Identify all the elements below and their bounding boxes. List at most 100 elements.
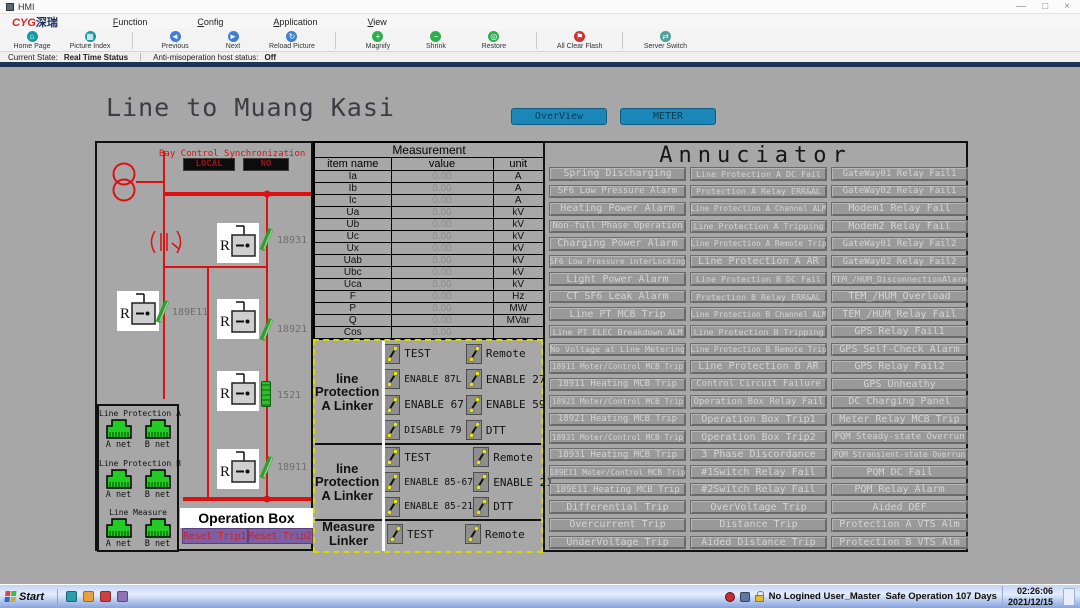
annunciator-tile[interactable]: Spring Discharging: [549, 167, 686, 181]
linker-switch-icon[interactable]: [473, 472, 489, 492]
reset-trip2-button[interactable]: Reset Trip2: [248, 528, 314, 544]
maximize-button[interactable]: □: [1042, 1, 1048, 13]
annunciator-tile[interactable]: Distance Trip: [690, 518, 827, 532]
annunciator-tile[interactable]: Modem1 Relay Fail: [831, 202, 968, 216]
annunciator-tile[interactable]: Operation Box Relay Fail: [690, 395, 827, 409]
linker-switch-icon[interactable]: [384, 369, 400, 389]
annunciator-tile[interactable]: SF6 Low Pressure interLocking: [549, 255, 686, 269]
network-icon[interactable]: [740, 592, 750, 602]
breaker-box-1521[interactable]: R: [217, 371, 259, 411]
annunciator-tile[interactable]: Heating Power Alarm: [549, 202, 686, 216]
annunciator-tile[interactable]: #2Switch Relay Fail: [690, 483, 827, 497]
show-desktop-button[interactable]: [1063, 588, 1075, 606]
menu-item-function[interactable]: Function: [113, 17, 148, 27]
annunciator-tile[interactable]: GateWay02 Relay Fail2: [831, 255, 968, 269]
annunciator-tile[interactable]: 18911 Moter/Control MCB Trip: [549, 360, 686, 374]
annunciator-tile[interactable]: TEM_/HUM_DisconnectionAlarm: [831, 272, 968, 286]
annunciator-tile[interactable]: PQM Steady-state Overrun: [831, 430, 968, 444]
toolbar-restore-button[interactable]: ◎Restore: [472, 31, 516, 50]
toolbar-shrink-button[interactable]: −Shrink: [414, 31, 458, 50]
annunciator-tile[interactable]: Line Protection A Remote Trip: [690, 237, 827, 251]
annunciator-tile[interactable]: SF6 Low Pressure Alarm: [549, 185, 686, 199]
breaker-box-189E11[interactable]: R: [117, 291, 159, 331]
notes-icon[interactable]: [83, 591, 94, 602]
annunciator-tile[interactable]: Line Protection B Channel ALM: [690, 307, 827, 321]
annunciator-tile[interactable]: Line PT ELEC Breakdown ALM: [549, 325, 686, 339]
toolbar-clear-flash-button[interactable]: ⚑All Clear Flash: [557, 31, 603, 50]
annunciator-tile[interactable]: Protection A Relay ERR&AL: [690, 185, 827, 199]
linker-switch-icon[interactable]: [473, 447, 489, 467]
annunciator-tile[interactable]: 189E11 Moter/Control MCB Trip: [549, 465, 686, 479]
linker-switch-icon[interactable]: [473, 497, 489, 517]
menu-item-application[interactable]: Application: [273, 17, 317, 27]
annunciator-tile[interactable]: Line Protection A AR: [690, 255, 827, 269]
annunciator-tile[interactable]: GPS Relay Fail1: [831, 325, 968, 339]
annunciator-tile[interactable]: #1Switch Relay Fail: [690, 465, 827, 479]
annunciator-tile[interactable]: PQM Relay Alarm: [831, 483, 968, 497]
annunciator-tile[interactable]: GateWay01 Relay Fail2: [831, 237, 968, 251]
start-button[interactable]: Start: [0, 585, 52, 608]
annunciator-tile[interactable]: CT SF6 Leak Alarm: [549, 290, 686, 304]
annunciator-tile[interactable]: TEM_/HUM_Relay Fail: [831, 307, 968, 321]
linker-switch-icon[interactable]: [384, 447, 400, 467]
toolbar-grid-button[interactable]: ▦Picture Index: [68, 31, 112, 50]
menu-item-view[interactable]: View: [367, 17, 386, 27]
meter-button[interactable]: METER: [620, 108, 716, 125]
breaker-box-18931[interactable]: R: [217, 223, 259, 263]
shield-icon[interactable]: [100, 591, 111, 602]
annunciator-tile[interactable]: 18931 Moter/Control MCB Trip: [549, 430, 686, 444]
annunciator-tile[interactable]: OverVoltage Trip: [690, 500, 827, 514]
close-button[interactable]: ×: [1064, 1, 1070, 13]
linker-switch-icon[interactable]: [384, 420, 400, 440]
annunciator-tile[interactable]: Protection B VTS Alm: [831, 536, 968, 550]
annunciator-tile[interactable]: 18911 Heating MCB Trip: [549, 378, 686, 392]
breaker-box-18921[interactable]: R: [217, 299, 259, 339]
linker-switch-icon[interactable]: [466, 369, 482, 389]
toolbar-home-button[interactable]: ⌂Home Page: [10, 31, 54, 50]
annunciator-tile[interactable]: TEM_/HUM_Overload: [831, 290, 968, 304]
annunciator-tile[interactable]: Operation Box Trip1: [690, 413, 827, 427]
switch-open-18921[interactable]: [259, 315, 275, 343]
annunciator-tile[interactable]: GPS Self-Check Alarm: [831, 343, 968, 357]
annunciator-tile[interactable]: 189E11 Heating MCB Trip: [549, 483, 686, 497]
annunciator-tile[interactable]: Meter Relay MCB Trip: [831, 413, 968, 427]
linker-switch-icon[interactable]: [384, 395, 400, 415]
linker-switch-icon[interactable]: [466, 344, 482, 364]
linker-switch-icon[interactable]: [465, 524, 481, 544]
annunciator-tile[interactable]: No Voltage at Line Metering: [549, 343, 686, 357]
annunciator-tile[interactable]: Differential Trip: [549, 500, 686, 514]
annunciator-tile[interactable]: GPS Unheathy: [831, 378, 968, 392]
alarm-icon[interactable]: [725, 592, 735, 602]
annunciator-tile[interactable]: Line Protection A DC Fail: [690, 167, 827, 181]
toolbar-next-button[interactable]: ►Next: [211, 31, 255, 50]
overview-button[interactable]: OverView: [511, 108, 607, 125]
annunciator-tile[interactable]: Light Power Alarm: [549, 272, 686, 286]
annunciator-tile[interactable]: Protection A VTS Alm: [831, 518, 968, 532]
annunciator-tile[interactable]: Overcurrent Trip: [549, 518, 686, 532]
toolbar-magnify-button[interactable]: +Magnify: [356, 31, 400, 50]
linker-switch-icon[interactable]: [384, 344, 400, 364]
annunciator-tile[interactable]: Aided Distance Trip: [690, 536, 827, 550]
annunciator-tile[interactable]: Charging Power Alarm: [549, 237, 686, 251]
switch-open-18931[interactable]: [259, 225, 275, 253]
annunciator-tile[interactable]: GPS Relay Fail2: [831, 360, 968, 374]
linker-switch-icon[interactable]: [384, 497, 400, 517]
annunciator-tile[interactable]: Line PT MCB Trip: [549, 307, 686, 321]
annunciator-tile[interactable]: Aided DEF: [831, 500, 968, 514]
annunciator-tile[interactable]: Line Protection B Tripping: [690, 325, 827, 339]
annunciator-tile[interactable]: GateWay01 Relay Fail1: [831, 167, 968, 181]
annunciator-tile[interactable]: GateWay02 Relay Fail1: [831, 185, 968, 199]
annunciator-tile[interactable]: Line Protection B Remote Trip: [690, 343, 827, 357]
breaker-box-18911[interactable]: R: [217, 449, 259, 489]
reset-trip1-button[interactable]: Reset Trip1: [182, 528, 248, 544]
annunciator-tile[interactable]: Protection B Relay ERR&AL: [690, 290, 827, 304]
annunciator-tile[interactable]: Line Protection B DC Fail: [690, 272, 827, 286]
toolbar-prev-button[interactable]: ◄Previous: [153, 31, 197, 50]
linker-switch-icon[interactable]: [466, 395, 482, 415]
toolbar-reload-button[interactable]: ↻Reload Picture: [269, 31, 315, 50]
annunciator-tile[interactable]: UnderVoltage Trip: [549, 536, 686, 550]
annunciator-tile[interactable]: Control Circuit Failure: [690, 378, 827, 392]
switch-open-18911[interactable]: [259, 453, 275, 481]
annunciator-tile[interactable]: Operation Box Trip2: [690, 430, 827, 444]
annunciator-tile[interactable]: 3 Phase Discordance: [690, 448, 827, 462]
